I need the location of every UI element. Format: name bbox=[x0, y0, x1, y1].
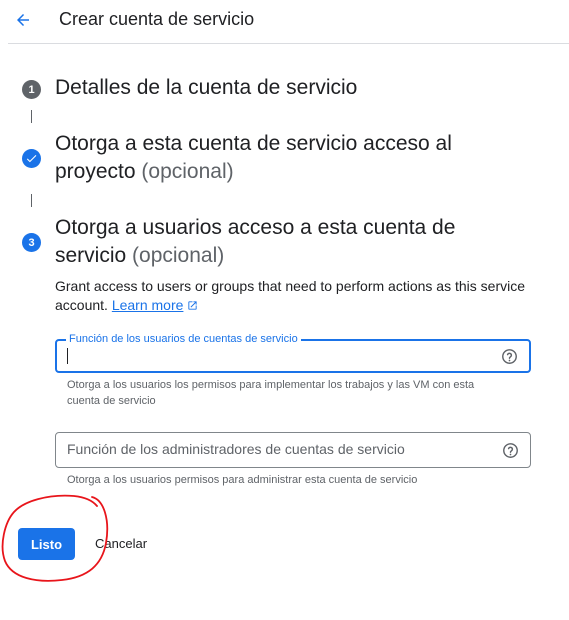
step-1-number-badge: 1 bbox=[22, 80, 41, 99]
check-icon bbox=[26, 155, 37, 163]
admins-role-help-button[interactable] bbox=[502, 442, 519, 459]
users-role-help-button[interactable] bbox=[501, 348, 518, 365]
service-account-admins-role-field[interactable]: Función de los administradores de cuenta… bbox=[55, 432, 531, 468]
step-2-title-text: Otorga a esta cuenta de servicio acceso … bbox=[55, 132, 452, 183]
admins-role-hint: Otorga a los usuarios permisos para admi… bbox=[67, 474, 418, 486]
step-3-description: Grant access to users or groups that nee… bbox=[55, 277, 535, 315]
step-connector bbox=[31, 110, 32, 123]
done-button[interactable]: Listo bbox=[18, 528, 75, 560]
users-role-hint: Otorga a los usuarios los permisos para … bbox=[67, 379, 475, 407]
step-1-title-text: Detalles de la cuenta de servicio bbox=[55, 76, 358, 99]
step-3-optional-label: (opcional) bbox=[132, 244, 225, 267]
step-3-title: Otorga a usuarios acceso a esta cuenta d… bbox=[55, 214, 525, 270]
open-in-new-icon bbox=[188, 301, 197, 310]
help-icon bbox=[502, 349, 517, 364]
step-3-title-text: Otorga a usuarios acceso a esta cuenta d… bbox=[55, 216, 456, 267]
learn-more-link[interactable]: Learn more bbox=[112, 297, 184, 313]
step-2-title[interactable]: Otorga a esta cuenta de servicio acceso … bbox=[55, 130, 535, 186]
service-account-users-role-field[interactable]: Función de los usuarios de cuentas de se… bbox=[55, 332, 531, 373]
step-2-optional-label: (opcional) bbox=[141, 160, 234, 183]
step-3-number-badge: 3 bbox=[22, 233, 41, 252]
step-connector bbox=[31, 194, 32, 207]
header-divider bbox=[8, 43, 569, 44]
admins-role-placeholder: Función de los administradores de cuenta… bbox=[67, 441, 405, 457]
page-header: Crear cuenta de servicio bbox=[0, 0, 569, 44]
page-title: Crear cuenta de servicio bbox=[59, 9, 255, 29]
back-button[interactable] bbox=[10, 7, 36, 33]
cancel-button[interactable]: Cancelar bbox=[95, 536, 147, 552]
users-role-field-label: Función de los usuarios de cuentas de se… bbox=[66, 332, 301, 346]
step-2-check-badge bbox=[22, 149, 41, 168]
help-icon bbox=[503, 443, 518, 458]
arrow-back-icon bbox=[17, 14, 29, 26]
step-1-title[interactable]: Detalles de la cuenta de servicio bbox=[55, 74, 535, 102]
text-cursor bbox=[67, 348, 68, 364]
